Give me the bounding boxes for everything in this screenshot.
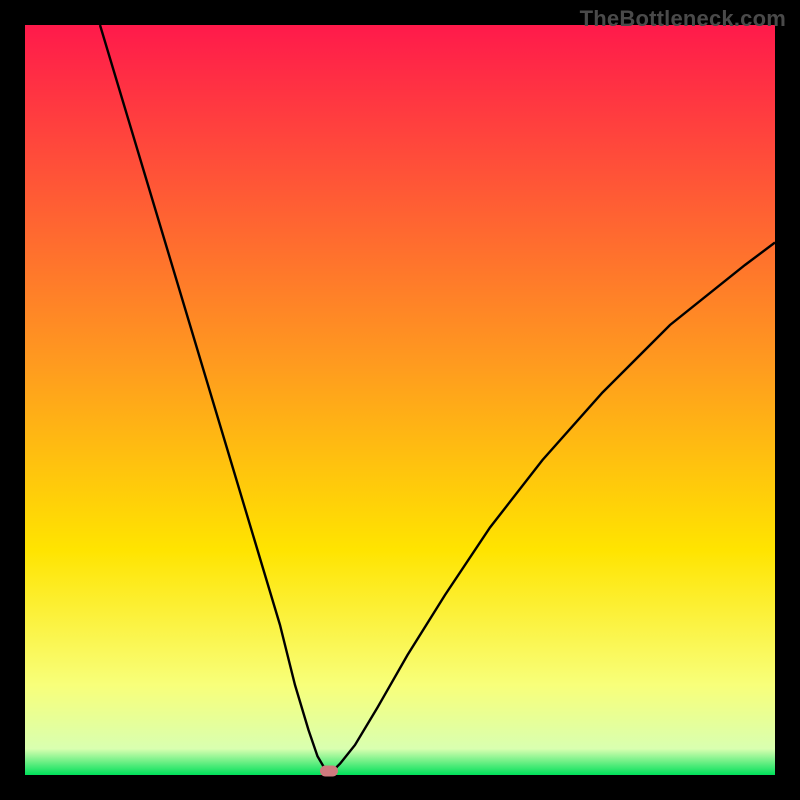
watermark-text: TheBottleneck.com	[580, 6, 786, 32]
gradient-background	[25, 25, 775, 775]
chart-container: TheBottleneck.com	[0, 0, 800, 800]
minimum-marker	[320, 766, 338, 777]
plot-svg	[25, 25, 775, 775]
plot-frame	[25, 25, 775, 775]
